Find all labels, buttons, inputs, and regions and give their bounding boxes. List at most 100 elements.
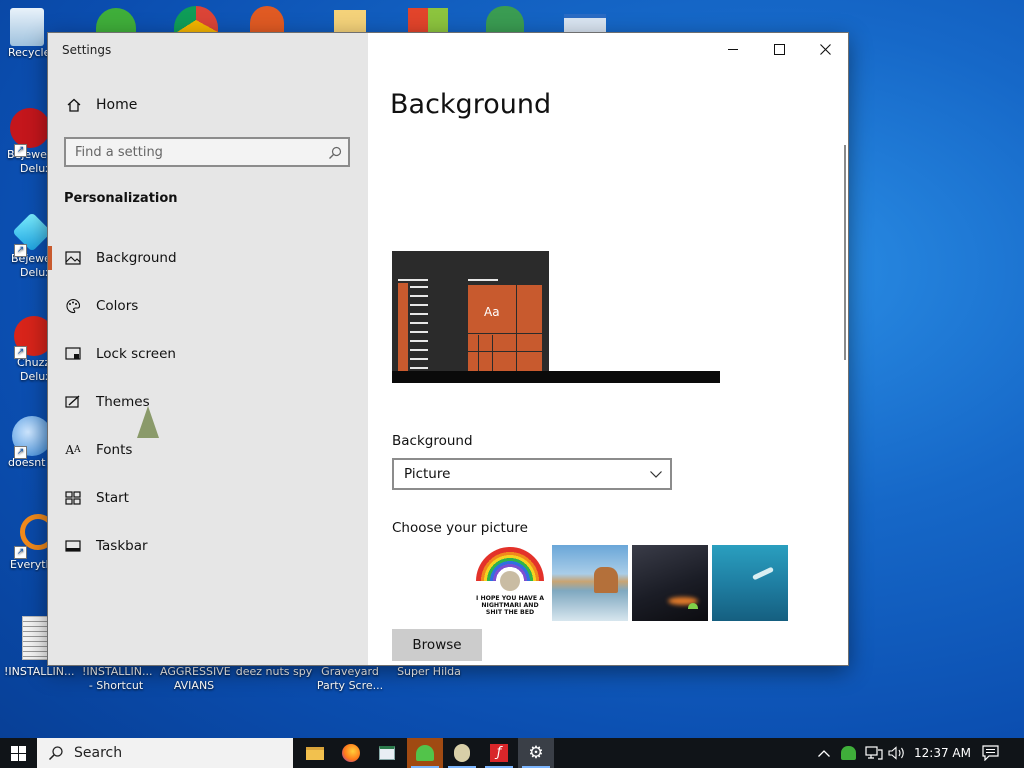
maximize-button[interactable] (756, 33, 802, 65)
find-setting-input[interactable] (66, 143, 317, 161)
home-button[interactable]: Home (66, 97, 137, 113)
desktop-icon-label: AGGRESSIVE (160, 665, 231, 678)
desktop-icon-label: Recycle (8, 46, 48, 59)
desktop-icon-label: Party Scre... (316, 679, 384, 692)
taskbar: Search ƒ ⚙ 12:37 AM (0, 738, 1024, 768)
desktop-icon-label: !INSTALLIN... (4, 665, 75, 678)
tray-people-icon[interactable] (841, 738, 856, 768)
paint-icon (454, 744, 470, 762)
background-type-dropdown[interactable]: Picture (392, 458, 672, 490)
desktop-icon-bejeweled-2[interactable]: ↗ Bejewe Delux (0, 108, 48, 176)
search-icon (48, 746, 63, 761)
sidebar-item-label: Colors (96, 298, 139, 314)
content-scrollbar[interactable] (844, 145, 846, 360)
desktop-icon-installing-shortcut[interactable]: !INSTALLIN... - Shortcut (82, 665, 152, 693)
person-icon (841, 746, 856, 760)
taskbar-file-explorer[interactable] (297, 738, 333, 768)
palette-icon (64, 297, 82, 315)
preview-header-line (398, 279, 428, 281)
fonts-icon: AA (65, 443, 81, 457)
page-title: Background (390, 89, 552, 120)
desktop-icon-everything[interactable]: ↗ Everyth (0, 514, 48, 572)
rock-shape (594, 567, 618, 593)
choose-picture-label: Choose your picture (392, 520, 528, 536)
preview-tile-text: Aa (484, 305, 500, 319)
document-app-icon[interactable] (334, 10, 366, 34)
taskbar-firefox[interactable] (333, 738, 369, 768)
taskbar-settings[interactable]: ⚙ (518, 738, 554, 768)
picture-thumbnail-rainbow[interactable]: I HOPE YOU HAVE A NIGHTMARI AND SHIT THE… (472, 545, 548, 621)
picture-thumbnail-beach[interactable] (552, 545, 628, 621)
bejeweled-2-icon (10, 108, 48, 148)
desktop-icon-super-hilda[interactable]: Super Hilda (392, 665, 466, 679)
desktop-icon-installing-1[interactable]: !INSTALLIN... (4, 665, 74, 679)
desktop-icon-label: Delux (20, 162, 48, 175)
settings-sidebar: Settings Home Personalization Background (48, 33, 368, 665)
chrome-icon[interactable] (174, 6, 218, 34)
desktop-icon-label: Super Hilda (397, 665, 461, 678)
sidebar-item-taskbar[interactable]: Taskbar (48, 524, 368, 568)
home-label: Home (96, 97, 138, 113)
chevron-up-icon (818, 749, 830, 757)
recycle-bin-icon (10, 8, 44, 46)
office-app-icon[interactable] (408, 8, 448, 34)
preview-header-line (468, 279, 498, 281)
shortcut-arrow-icon: ↗ (14, 346, 27, 359)
taskbar-search-box[interactable]: Search (37, 738, 293, 768)
desktop-icon-graveyard[interactable]: Graveyard Party Scre... (316, 665, 384, 693)
sidebar-item-label: Fonts (96, 442, 133, 458)
shortcut-arrow-icon: ↗ (14, 546, 27, 559)
desktop-icon-chuzzle[interactable]: ↗ Chuzz Delux (0, 316, 48, 384)
picture-thumbnail-night-sky[interactable] (632, 545, 708, 621)
close-button[interactable] (802, 33, 848, 65)
game-app-icon[interactable] (250, 6, 284, 34)
people-app-icon[interactable] (96, 8, 136, 34)
preview-start-column (398, 283, 408, 371)
network-icon[interactable] (865, 738, 883, 768)
shortcut-arrow-icon: ↗ (14, 144, 27, 157)
sidebar-item-fonts[interactable]: AA Fonts (48, 428, 368, 472)
character-app-icon[interactable] (486, 6, 524, 34)
section-title: Personalization (64, 191, 178, 206)
start-icon (64, 489, 82, 507)
picture-thumbnail-underwater[interactable] (712, 545, 788, 621)
settings-window: Settings Home Personalization Background (48, 33, 848, 665)
taskbar-paint-app[interactable] (444, 738, 480, 768)
sidebar-item-lock-screen[interactable]: Lock screen (48, 332, 368, 376)
sidebar-item-label: Lock screen (96, 346, 176, 362)
desktop-icon-doesnt[interactable]: ↗ doesnt (0, 416, 48, 470)
preview-menu-lines (410, 279, 428, 371)
sidebar-item-background[interactable]: Background (48, 236, 368, 280)
action-center-button[interactable] (982, 738, 999, 768)
sidebar-item-start[interactable]: Start (48, 476, 368, 520)
people-icon (416, 745, 434, 761)
sidebar-item-colors[interactable]: Colors (48, 284, 368, 328)
thumbnail-caption: I HOPE YOU HAVE A NIGHTMARI AND SHIT THE… (475, 595, 544, 616)
lock-screen-icon (64, 345, 82, 363)
volume-icon[interactable] (888, 738, 906, 768)
close-icon (819, 43, 831, 55)
minimize-button[interactable] (710, 33, 756, 65)
desktop-icon-label: Delux (20, 370, 48, 383)
desktop-icon-deez-nuts-spy[interactable]: deez nuts spy (234, 665, 314, 679)
clock[interactable]: 12:37 AM (914, 738, 971, 768)
desktop-icon-bejeweled-3[interactable]: ↗ Bejewe Delux (0, 212, 48, 280)
search-icon[interactable] (328, 145, 342, 159)
firefox-icon (342, 744, 360, 762)
clock-time: 12:37 AM (914, 746, 971, 760)
browse-button[interactable]: Browse (392, 629, 482, 661)
taskbar-flash-app[interactable]: ƒ (481, 738, 517, 768)
preview-tile-grid (468, 285, 542, 371)
themes-icon (64, 393, 82, 411)
desktop-icon-aggressive-avians[interactable]: AGGRESSIVE AVIANS (160, 665, 231, 693)
start-button[interactable] (0, 738, 37, 768)
sidebar-item-themes[interactable]: Themes (48, 380, 368, 424)
taskbar-app-window[interactable] (369, 738, 405, 768)
show-hidden-icons-button[interactable] (818, 738, 834, 768)
picture-icon (64, 249, 82, 267)
desktop-icon-recycle-bin[interactable]: Recycle (0, 8, 48, 60)
desktop-icon-label: deez nuts spy (235, 665, 313, 678)
taskbar-people-app[interactable] (407, 738, 443, 768)
desktop-icon-text-file[interactable] (22, 616, 50, 660)
taskbar-icon (64, 537, 82, 555)
